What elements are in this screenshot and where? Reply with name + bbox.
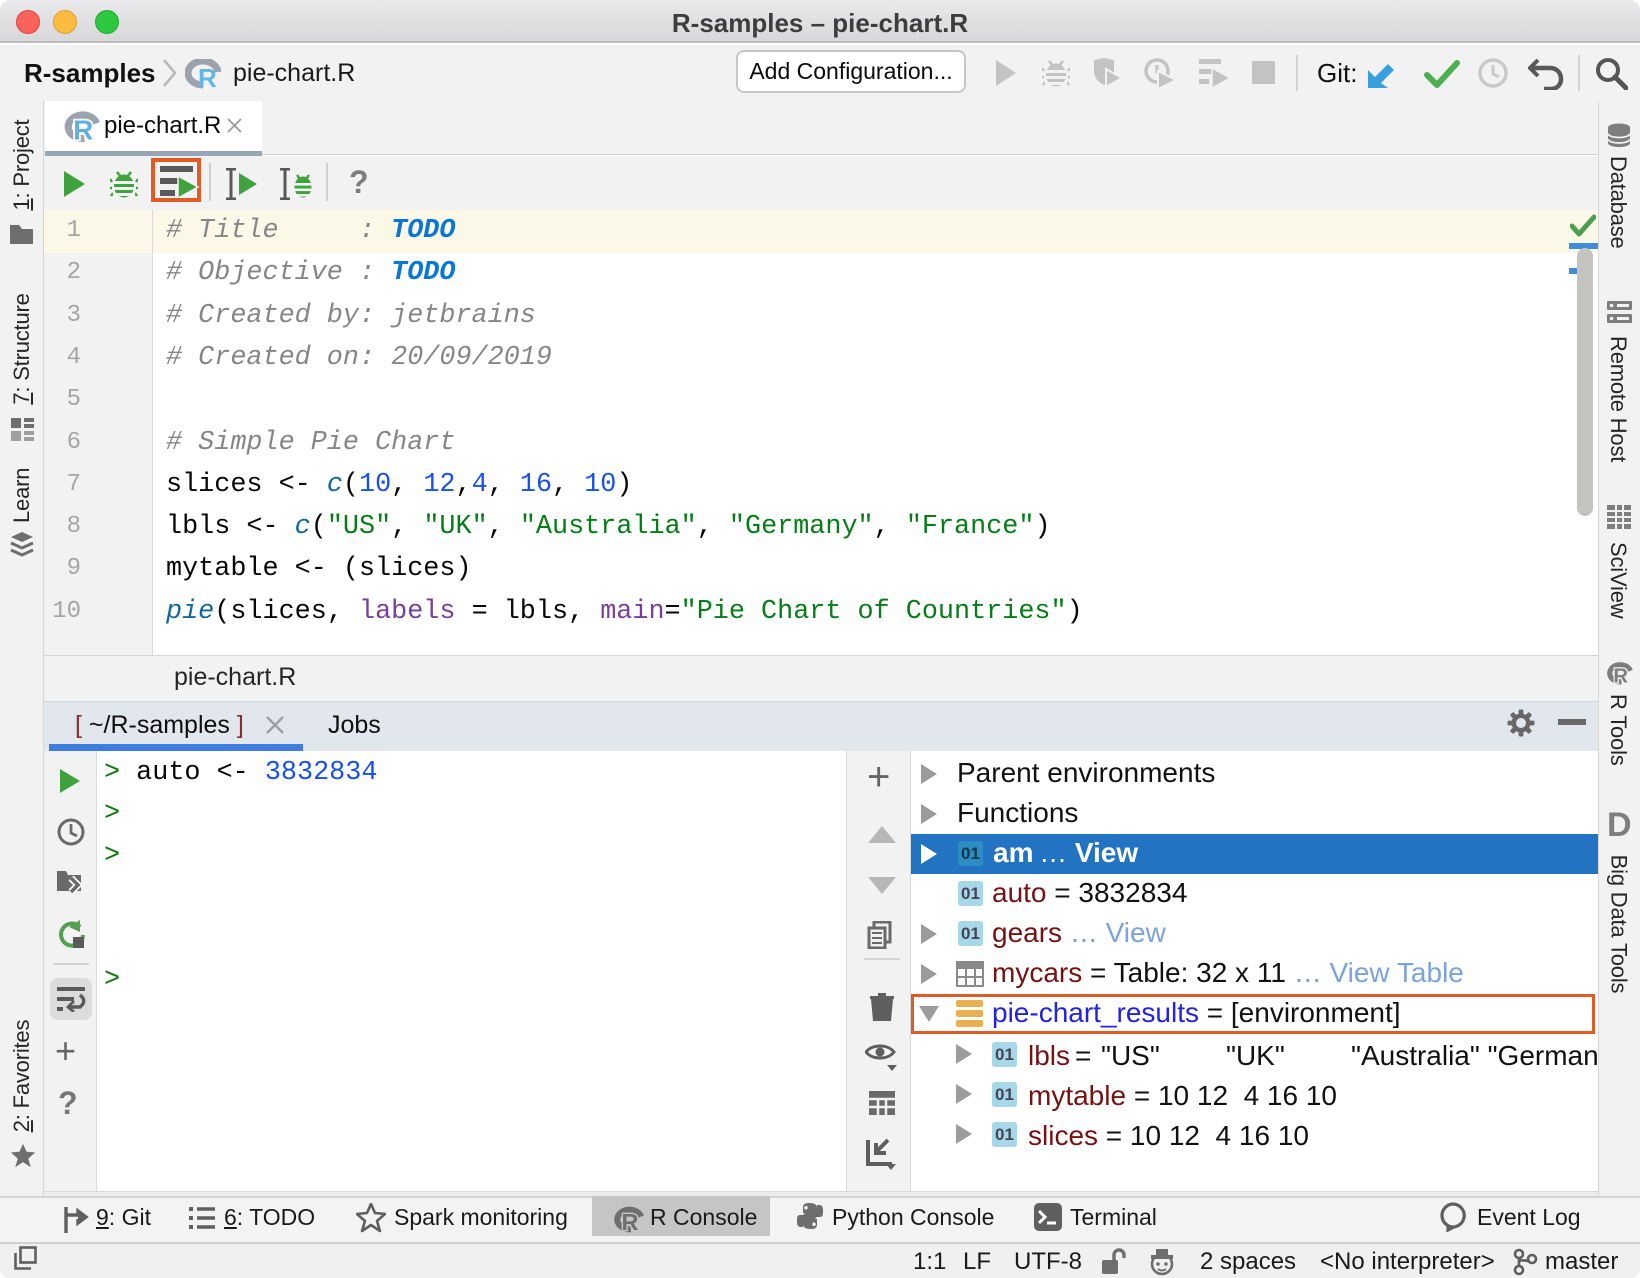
svg-text:R: R bbox=[1613, 666, 1628, 685]
svg-text:R: R bbox=[621, 1209, 638, 1233]
svg-text:R: R bbox=[198, 63, 217, 89]
